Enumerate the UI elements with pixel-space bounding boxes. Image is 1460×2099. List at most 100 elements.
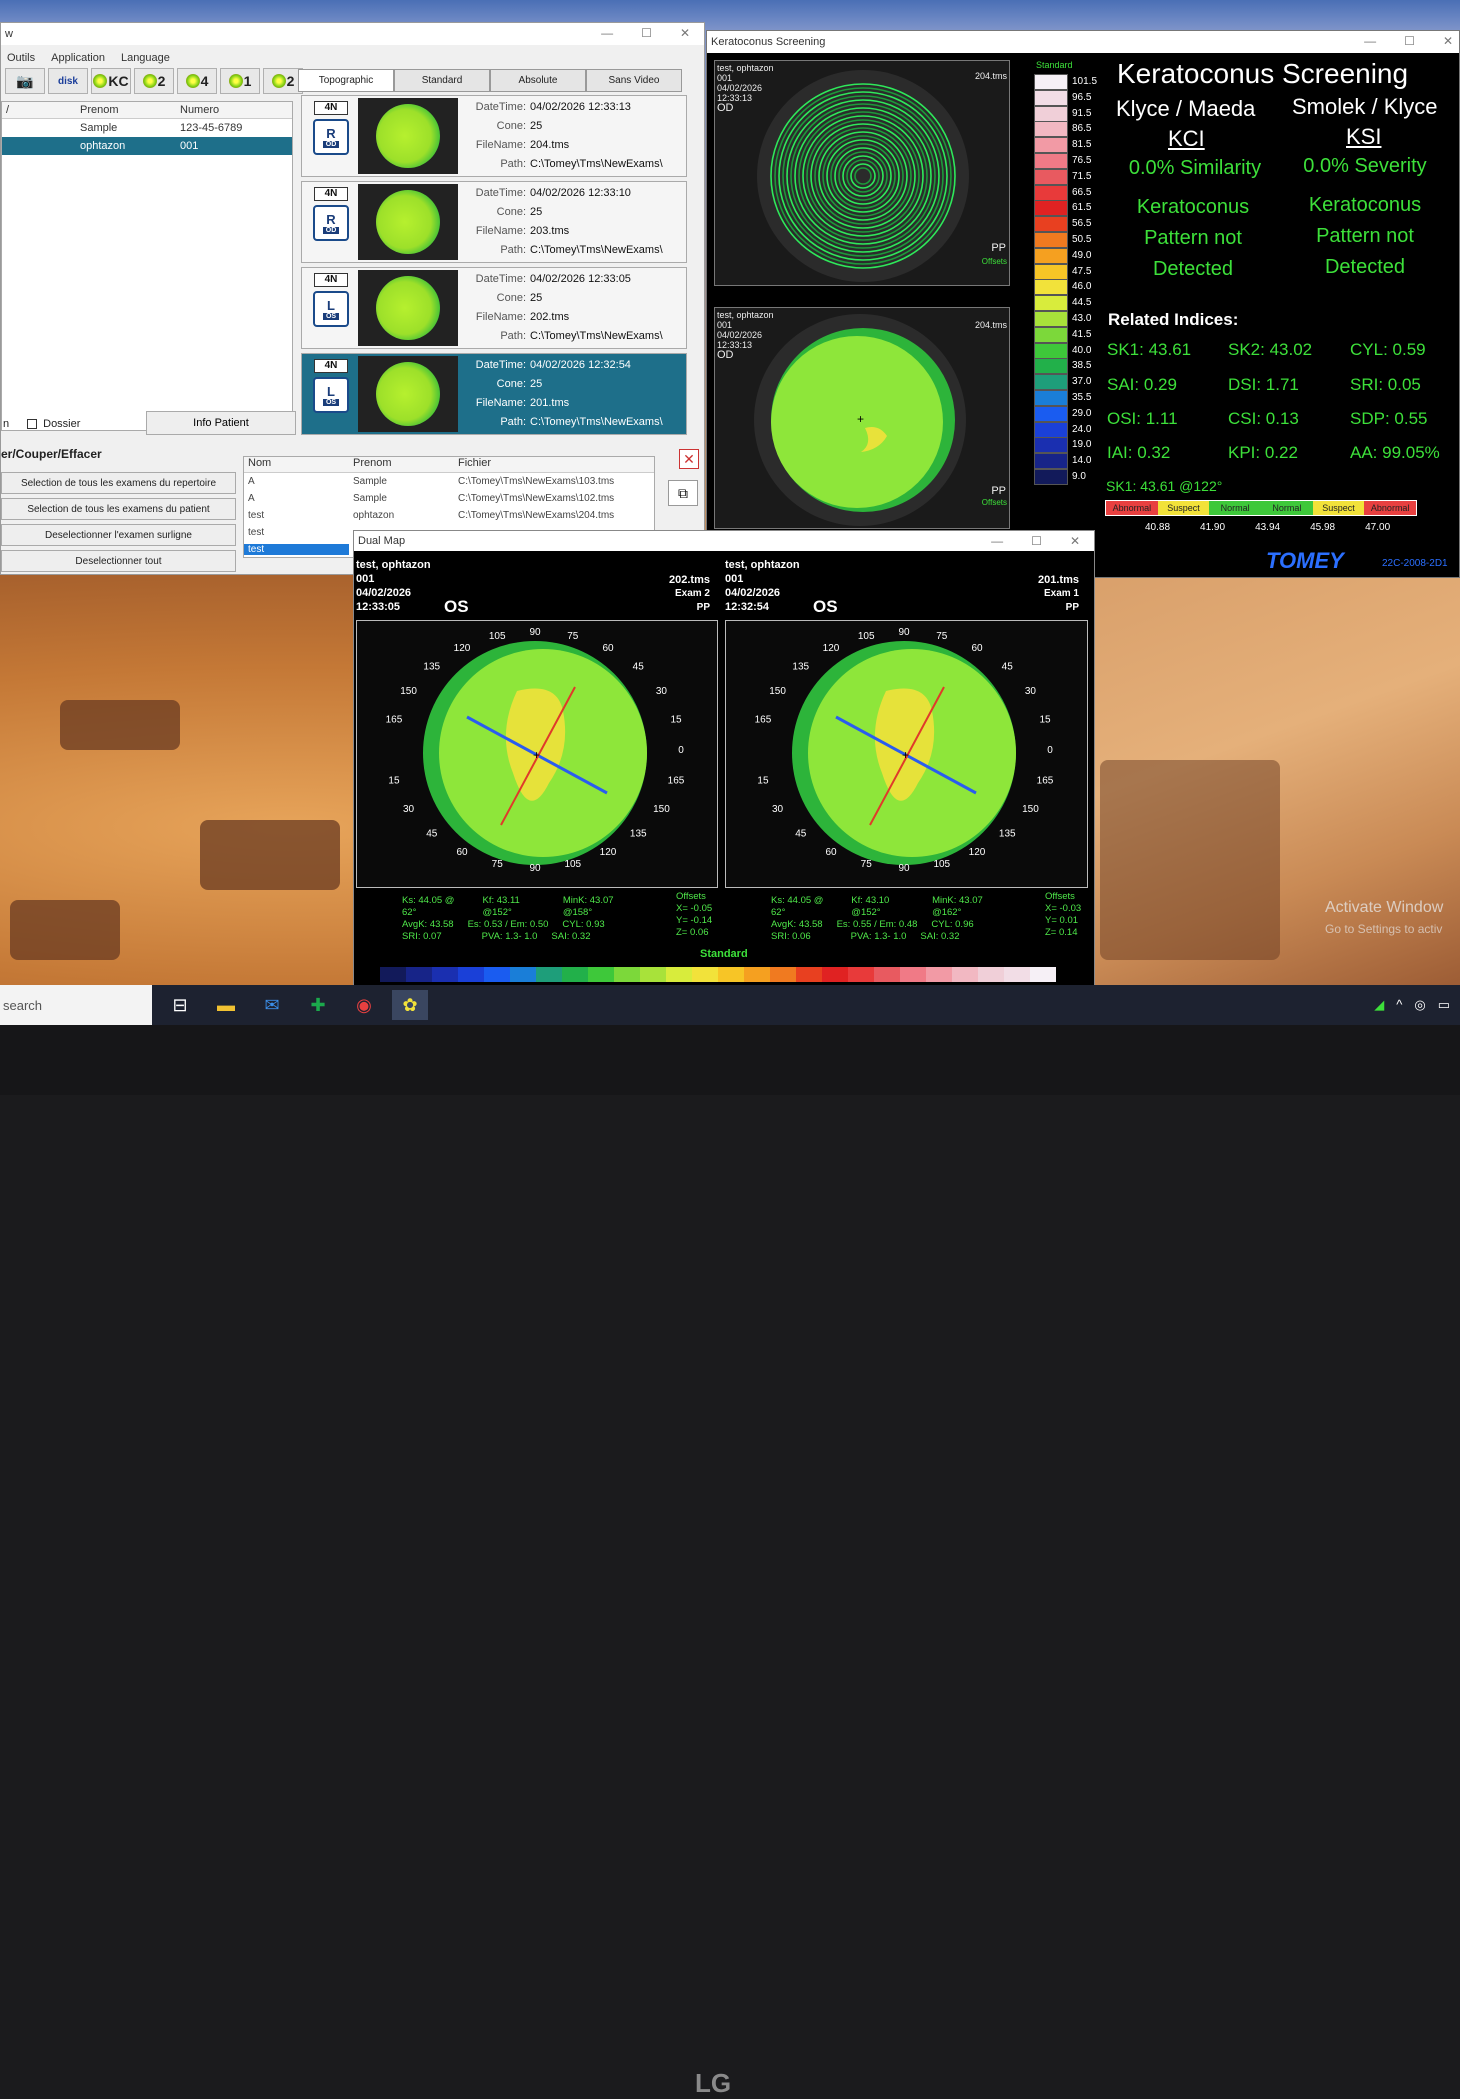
scale-cell: 24.0: [1034, 421, 1104, 438]
col-file-prenom[interactable]: Prenom: [349, 457, 454, 472]
scale-swatch: [1034, 342, 1068, 359]
topo-map-color[interactable]: + test, ophtazon 001 04/02/2026 12:33:13 O…: [714, 307, 1010, 529]
map2-button[interactable]: 2: [134, 68, 174, 94]
angle-label: 75: [936, 631, 948, 642]
eye-icon: L OS: [313, 377, 349, 413]
minimize-icon[interactable]: —: [1364, 34, 1376, 48]
exam-card[interactable]: 4N R OD DateTime: 04/02/2026 12:33:13 Cone…: [301, 95, 687, 177]
file-row[interactable]: A Sample C:\Tomey\Tms\NewExams\103.tms: [244, 473, 654, 490]
angle-label: 0: [1047, 745, 1053, 756]
taskbar-search[interactable]: search: [0, 985, 152, 1025]
colorbar-swatch: [978, 967, 1004, 982]
map4-button[interactable]: 4: [177, 68, 217, 94]
menu-language[interactable]: Language: [121, 52, 170, 64]
tab-topographic[interactable]: Topographic: [298, 69, 394, 92]
dual-topography: + 0 15 15 30 30 45 45 60 60 75 75 90 90 105 105 120 120 1…: [755, 627, 1054, 874]
colorbar-swatch: [718, 967, 744, 982]
minimize-icon[interactable]: —: [601, 26, 613, 40]
close-icon[interactable]: ✕: [1443, 34, 1453, 48]
camera-button[interactable]: 📷: [5, 68, 45, 94]
col-nom[interactable]: /: [2, 104, 76, 116]
dual-map-canvas[interactable]: + 0 15 15 30 30 45 45 60 60 75 75 90 90 105 105 120 120 1…: [725, 620, 1088, 888]
file-row[interactable]: test ophtazon C:\Tomey\Tms\NewExams\204.…: [244, 507, 654, 524]
copy-icon[interactable]: ⧉: [668, 480, 698, 506]
store-icon[interactable]: ✚: [300, 990, 336, 1020]
dual-map-canvas[interactable]: + 0 15 15 30 30 45 45 60 60 75 75 90 90 105 105 120 120 1…: [356, 620, 718, 888]
exam-card[interactable]: 4N R OD DateTime: 04/02/2026 12:33:10 Cone…: [301, 181, 687, 263]
signal-icon[interactable]: ◢: [1374, 997, 1384, 1013]
severity-segment: Abnormal: [1364, 501, 1417, 515]
menu-application[interactable]: Application: [51, 52, 105, 64]
patient-row[interactable]: Sample 123-45-6789: [2, 119, 292, 137]
exam-card[interactable]: 4N L OS DateTime: 04/02/2026 12:33:05 Cone…: [301, 267, 687, 349]
scale-value: 66.5: [1072, 186, 1092, 198]
dual-stats: Ks: 44.05 @ 62° Kf: 43.11 @152° MinK: 43.0…: [402, 895, 614, 942]
deselect-highlighted-button[interactable]: Deselectionner l'examen surligne: [1, 524, 236, 546]
scale-value: 14.0: [1072, 455, 1092, 467]
angle-label: 30: [403, 804, 415, 815]
tab-standard[interactable]: Standard: [394, 69, 490, 92]
file-explorer-icon[interactable]: ▬: [208, 990, 244, 1020]
kc-button[interactable]: KC: [91, 68, 131, 94]
related-index: OSI: 1.11: [1107, 409, 1178, 428]
deselect-all-button[interactable]: Deselectionner tout: [1, 550, 236, 572]
dual-topography: + 0 15 15 30 30 45 45 60 60 75 75 90 90 105 105 120 120 1…: [386, 627, 685, 874]
compare1-button[interactable]: 1: [220, 68, 260, 94]
col-file-nom[interactable]: Nom: [244, 457, 349, 472]
scale-cell: 29.0: [1034, 405, 1104, 422]
task-view-icon[interactable]: ⊟: [162, 990, 198, 1020]
maximize-icon[interactable]: ☐: [1404, 34, 1415, 48]
angle-label: 120: [454, 643, 471, 654]
col-prenom[interactable]: Prenom: [76, 104, 176, 116]
maximize-icon[interactable]: ☐: [1031, 534, 1042, 548]
badge-4n: 4N: [314, 187, 348, 201]
exam-thumbnail: [358, 98, 458, 174]
maximize-icon[interactable]: ☐: [641, 26, 652, 40]
badge-4n: 4N: [314, 273, 348, 287]
col-numero[interactable]: Numero: [176, 104, 286, 116]
mail-icon[interactable]: ✉: [254, 990, 290, 1020]
tab-absolute[interactable]: Absolute: [490, 69, 586, 92]
angle-label: 165: [1037, 776, 1054, 787]
patient-prenom: ophtazon: [80, 140, 126, 152]
tomey-app-icon[interactable]: ✿: [392, 990, 428, 1020]
close-icon[interactable]: ✕: [680, 26, 690, 40]
compare2-button[interactable]: 2: [263, 68, 303, 94]
exam-thumbnail: [358, 270, 458, 346]
sk1-axis: SK1: 43.61 @122°: [1106, 478, 1223, 494]
col-file-fichier[interactable]: Fichier: [454, 457, 654, 472]
exam-thumbnail: [358, 356, 458, 432]
patient-row-selected[interactable]: ophtazon 001: [2, 137, 292, 155]
angle-label: 15: [670, 714, 682, 725]
dossier-checkbox[interactable]: [27, 419, 38, 429]
color-scale: 101.5 96.5 91.5 86.5 81.5 76.5 71.5 66.5 61.5 56.…: [1034, 74, 1104, 485]
minimize-icon[interactable]: —: [991, 534, 1003, 548]
select-all-patient-button[interactable]: Selection de tous les examens du patient: [1, 498, 236, 520]
file-row[interactable]: A Sample C:\Tomey\Tms\NewExams\102.tms: [244, 490, 654, 507]
topo-map-rings[interactable]: test, ophtazon 001 04/02/2026 12:33:13 OD …: [714, 60, 1010, 286]
disk-button[interactable]: disk: [48, 68, 88, 94]
menubar: Outils Application Language: [1, 45, 704, 66]
network-icon[interactable]: ◎: [1414, 997, 1425, 1013]
dual-meta: test, ophtazon 001 04/02/2026 12:32:54: [725, 559, 800, 613]
angle-label: 60: [971, 643, 983, 654]
menu-outils[interactable]: Outils: [7, 52, 35, 64]
remove-icon[interactable]: ✕: [679, 449, 699, 469]
topo2-pp: PP: [991, 485, 1006, 497]
angle-label: 90: [898, 863, 910, 874]
close-icon[interactable]: ✕: [1070, 534, 1080, 548]
chrome-icon[interactable]: ◉: [346, 990, 382, 1020]
select-all-directory-button[interactable]: Selection de tous les examens du reperto…: [1, 472, 236, 494]
tray-chevron-icon[interactable]: ^: [1396, 997, 1402, 1013]
exam-card[interactable]: 4N L OS DateTime: 04/02/2026 12:32:54 Cone…: [301, 353, 687, 435]
scale-value: 61.5: [1072, 202, 1092, 214]
topo2-meta: test, ophtazon 001 04/02/2026 12:33:13 OD: [717, 310, 774, 361]
tab-sans-video[interactable]: Sans Video: [586, 69, 682, 92]
angle-label: 105: [489, 631, 506, 642]
main-window-title: w: [5, 28, 13, 40]
info-patient-button[interactable]: Info Patient: [146, 411, 296, 435]
exam-cone: 25: [530, 378, 543, 390]
scale-cell: 81.5: [1034, 137, 1104, 154]
display-icon[interactable]: ▭: [1438, 997, 1450, 1013]
related-index: CSI: 0.13: [1228, 409, 1299, 428]
